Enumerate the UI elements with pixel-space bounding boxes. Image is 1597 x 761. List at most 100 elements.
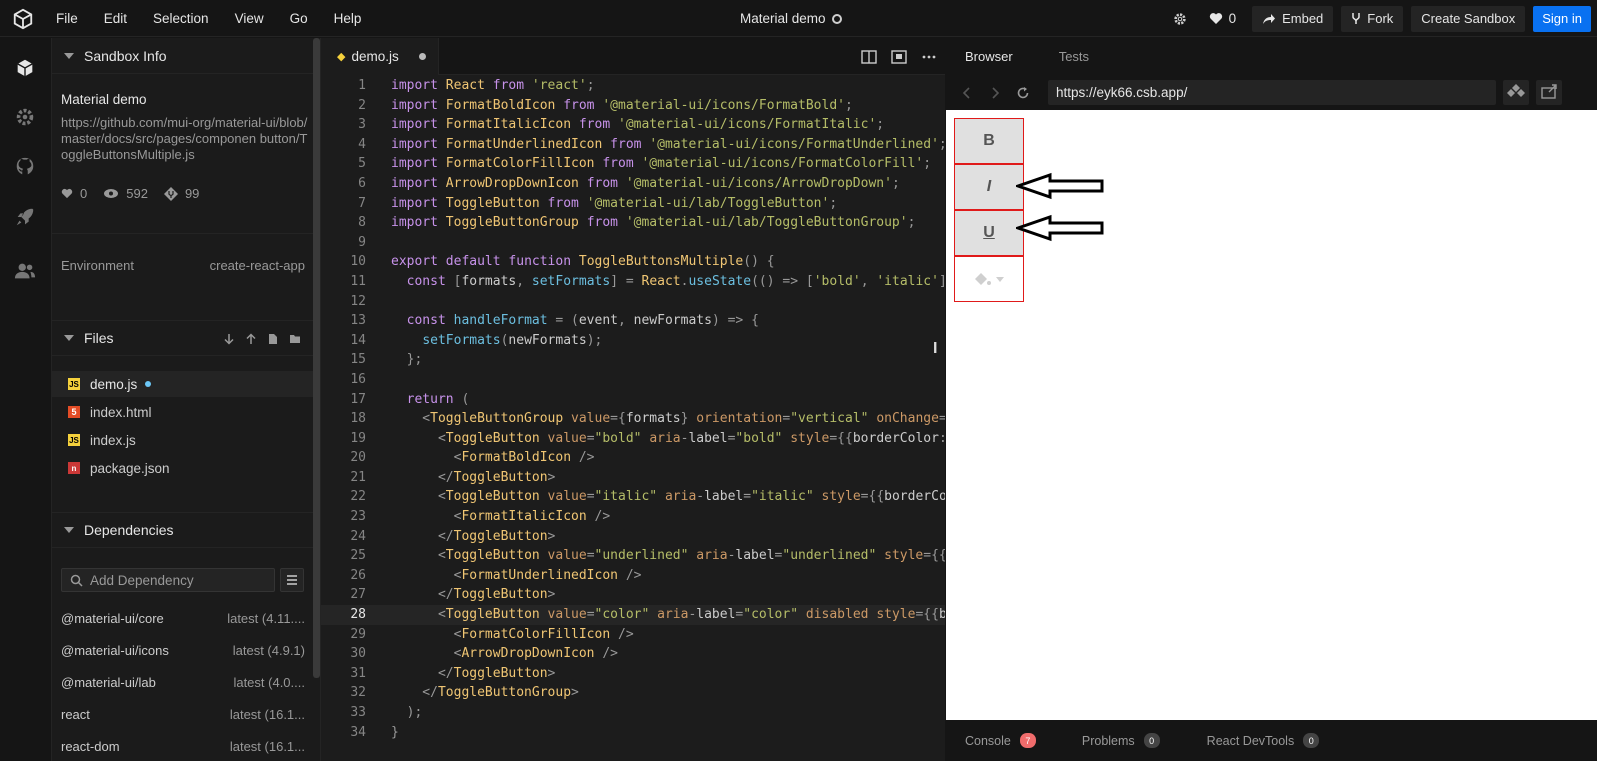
code-line[interactable]: 6 import ArrowDropDownIcon from '@materia… [321,174,945,194]
dev-tools-button[interactable] [1503,80,1529,105]
tab-tests[interactable]: Tests [1059,49,1089,64]
code-text[interactable]: </ToggleButton> [391,664,555,684]
code-line[interactable]: 33 ); [321,703,945,723]
open-new-window-button[interactable] [1536,80,1562,105]
sidebar-scrollbar[interactable] [313,38,320,678]
dependency-options-button[interactable] [280,568,304,592]
code-text[interactable]: ); [391,703,423,723]
code-line[interactable]: 18 <ToggleButtonGroup value={formats} or… [321,409,945,429]
file-item-package-json[interactable]: n package.json [52,455,313,481]
code-line[interactable]: 17 return ( [321,390,945,410]
file-item-demo-js[interactable]: JS demo.js [52,371,313,397]
gear-icon[interactable] [1173,12,1187,26]
code-line[interactable]: 11 const [formats, setFormats] = React.u… [321,272,945,292]
code-text[interactable]: <ToggleButton value="color" aria-label="… [391,605,945,625]
code-line[interactable]: 28 <ToggleButton value="color" aria-labe… [321,605,945,625]
code-text[interactable]: <FormatItalicIcon /> [391,507,611,527]
dependencies-header[interactable]: Dependencies [52,512,313,548]
code-text[interactable]: <ToggleButton value="italic" aria-label=… [391,487,945,507]
dependency-item[interactable]: @material-ui/core latest (4.11.... [61,611,305,626]
dependency-version[interactable]: latest (16.1... [230,707,305,722]
back-icon[interactable] [960,86,974,100]
code-line[interactable]: 26 <FormatUnderlinedIcon /> [321,566,945,586]
split-editor-icon[interactable] [861,49,877,64]
file-item-index-html[interactable]: 5 index.html [52,399,313,425]
preview-icon[interactable] [891,49,907,64]
toggle-bold-button[interactable]: B [954,118,1024,164]
dependency-item[interactable]: react latest (16.1... [61,707,305,722]
code-line[interactable]: 19 <ToggleButton value="bold" aria-label… [321,429,945,449]
download-icon[interactable] [223,333,235,345]
code-text[interactable]: <ToggleButton value="bold" aria-label="b… [391,429,945,449]
add-dependency-input[interactable] [90,572,270,588]
dependency-version[interactable]: latest (16.1... [230,739,305,754]
deploy-rocket-icon[interactable] [14,206,36,228]
menu-view[interactable]: View [235,11,264,26]
code-text[interactable]: import FormatColorFillIcon from '@materi… [391,154,931,174]
dependency-item[interactable]: react-dom latest (16.1... [61,739,305,754]
editor-tab-demo-js[interactable]: ◆ demo.js [321,38,439,75]
files-header[interactable]: Files [52,320,313,356]
tab-browser[interactable]: Browser [965,49,1013,64]
create-sandbox-button[interactable]: Create Sandbox [1411,5,1526,32]
dependency-item[interactable]: @material-ui/lab latest (4.0.... [61,675,305,690]
menu-selection[interactable]: Selection [153,11,209,26]
react-devtools-tab[interactable]: React DevTools 0 [1207,733,1320,748]
code-line[interactable]: 31 </ToggleButton> [321,664,945,684]
menu-help[interactable]: Help [334,11,362,26]
code-line[interactable]: 21 </ToggleButton> [321,468,945,488]
code-line[interactable]: 5 import FormatColorFillIcon from '@mater… [321,154,945,174]
refresh-icon[interactable] [1016,86,1030,100]
code-line[interactable]: 30 <ArrowDropDownIcon /> [321,644,945,664]
code-lines[interactable]: 1 import React from 'react'; 2 import Forma… [321,76,945,742]
menu-go[interactable]: Go [290,11,308,26]
address-bar[interactable] [1048,80,1496,105]
file-item-index-js[interactable]: JS index.js [52,427,313,453]
sign-in-button[interactable]: Sign in [1533,5,1591,32]
code-line[interactable]: 15 }; [321,350,945,370]
code-line[interactable]: 10 export default function ToggleButtonsM… [321,252,945,272]
problems-tab[interactable]: Problems 0 [1082,733,1160,748]
console-tab[interactable]: Console 7 [965,733,1036,748]
dependency-item[interactable]: @material-ui/icons latest (4.9.1) [61,643,305,658]
code-text[interactable]: import ArrowDropDownIcon from '@material… [391,174,900,194]
new-folder-icon[interactable] [289,333,301,345]
live-collaboration-icon[interactable] [14,260,36,282]
code-text[interactable]: import FormatItalicIcon from '@material-… [391,115,884,135]
code-line[interactable]: 3 import FormatItalicIcon from '@material… [321,115,945,135]
code-line[interactable]: 16 [321,370,945,390]
dependency-version[interactable]: latest (4.0.... [233,675,305,690]
code-text[interactable]: } [391,723,399,743]
github-icon[interactable] [14,156,36,178]
code-line[interactable]: 24 </ToggleButton> [321,527,945,547]
code-text[interactable]: <FormatBoldIcon /> [391,448,595,468]
menu-file[interactable]: File [56,11,78,26]
code-line[interactable]: 32 </ToggleButtonGroup> [321,683,945,703]
code-line[interactable]: 8 import ToggleButtonGroup from '@materia… [321,213,945,233]
code-text[interactable]: <ToggleButtonGroup value={formats} orien… [391,409,945,429]
unsaved-dot-icon[interactable] [419,53,426,60]
menu-edit[interactable]: Edit [104,11,127,26]
code-line[interactable]: 20 <FormatBoldIcon /> [321,448,945,468]
code-text[interactable]: <ToggleButton value="underlined" aria-la… [391,546,945,566]
code-line[interactable]: 27 </ToggleButton> [321,585,945,605]
sandbox-info-icon[interactable] [14,57,36,79]
forward-icon[interactable] [988,86,1002,100]
new-file-icon[interactable] [267,333,279,345]
code-line[interactable]: 2 import FormatBoldIcon from '@material-u… [321,96,945,116]
codesandbox-logo-icon[interactable] [12,8,34,30]
code-text[interactable]: }; [391,350,423,370]
code-line[interactable]: 9 [321,233,945,253]
settings-icon[interactable] [14,106,36,128]
code-line[interactable]: 25 <ToggleButton value="underlined" aria… [321,546,945,566]
dependency-version[interactable]: latest (4.11.... [227,611,305,626]
more-options-icon[interactable] [921,50,937,64]
code-text[interactable]: return ( [391,390,470,410]
code-text[interactable]: </ToggleButton> [391,527,555,547]
code-text[interactable]: setFormats(newFormats); [391,331,602,351]
code-text[interactable]: </ToggleButton> [391,585,555,605]
code-line[interactable]: 7 import ToggleButton from '@material-ui/… [321,194,945,214]
code-text[interactable]: import React from 'react'; [391,76,595,96]
code-line[interactable]: 12 [321,292,945,312]
toggle-underlined-button[interactable]: U [954,210,1024,256]
